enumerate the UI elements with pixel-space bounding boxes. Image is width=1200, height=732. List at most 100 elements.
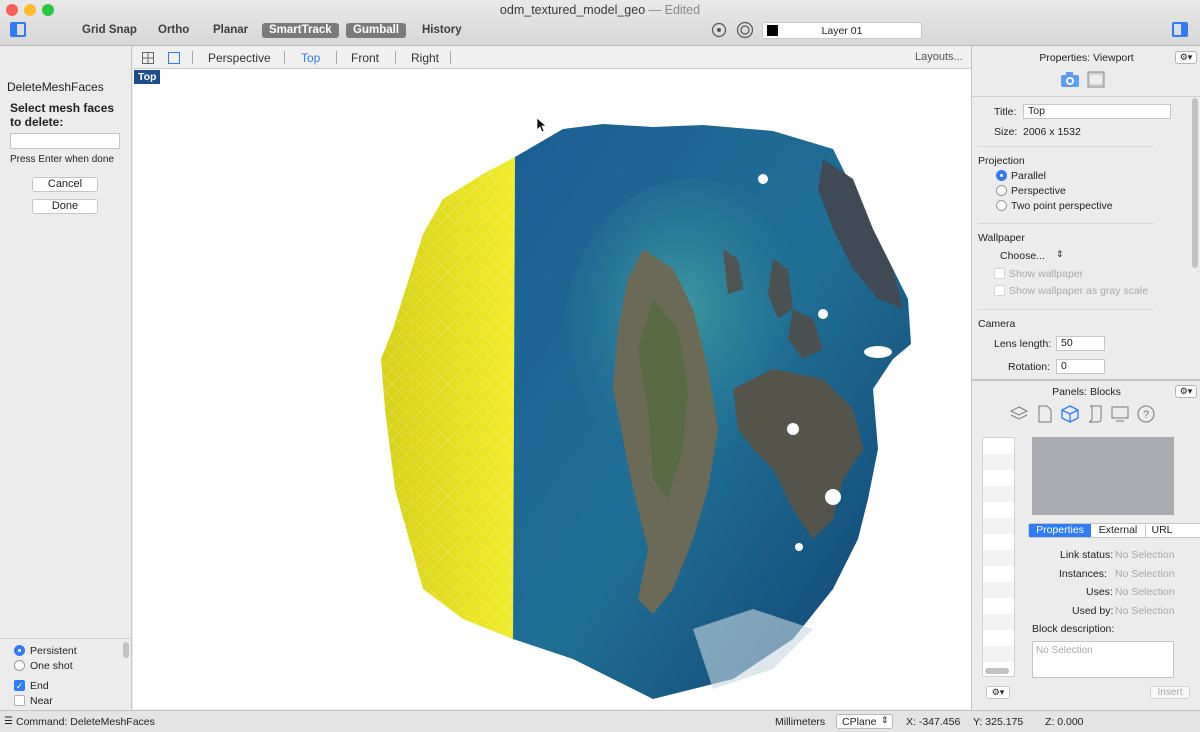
properties-gear-icon[interactable]: ⚙▾ [1175, 51, 1197, 64]
window-title: odm_textured_model_geo — Edited [499, 3, 701, 17]
viewport-top[interactable]: Top [133, 69, 971, 709]
mesh-model[interactable] [133, 69, 971, 709]
history-button[interactable]: History [415, 23, 469, 38]
units-label[interactable]: Millimeters [775, 716, 825, 728]
sidebar-toggle-left-icon[interactable] [10, 22, 26, 37]
size-label: Size: [994, 126, 1018, 138]
grid-snap-button[interactable]: Grid Snap [75, 23, 144, 38]
persistent-label: Persistent [30, 645, 77, 657]
uses-value: No Selection [1115, 586, 1175, 598]
layouts-button[interactable]: Layouts... [915, 51, 963, 63]
ortho-button[interactable]: Ortho [151, 23, 196, 38]
tab-top[interactable]: Top [301, 51, 320, 65]
rotation-input[interactable]: 0 [1056, 359, 1105, 374]
divider [0, 638, 132, 639]
near-checkbox[interactable] [14, 695, 25, 706]
y-coordinate: Y: 325.175 [973, 716, 1024, 728]
display-icon[interactable] [1111, 405, 1129, 423]
block-list-scrollbar[interactable] [985, 668, 1009, 674]
chevron-updown-icon: ⇕ [1056, 249, 1064, 259]
status-bar: ☰ Command: DeleteMeshFaces Millimeters C… [0, 710, 1200, 732]
gumball-button[interactable]: Gumball [346, 23, 407, 38]
projection-header: Projection [978, 155, 1025, 167]
tab-url[interactable]: URL [1146, 524, 1178, 537]
lens-length-label: Lens length: [994, 338, 1052, 350]
blocks-gear-icon[interactable]: ⚙▾ [1175, 385, 1197, 398]
command-status: Command: DeleteMeshFaces [16, 716, 155, 728]
show-wallpaper-gray-checkbox[interactable] [994, 285, 1005, 296]
blocks-header: Panels: Blocks [1052, 386, 1121, 398]
help-icon[interactable]: ? [1137, 405, 1155, 423]
instances-label: Instances: [1059, 568, 1107, 580]
menu-lines-icon[interactable]: ☰ [4, 716, 13, 727]
osnap-circle-icon[interactable] [736, 21, 754, 39]
block-description-field[interactable]: No Selection [1032, 641, 1174, 678]
insert-button[interactable]: Insert [1150, 686, 1190, 699]
layers-icon[interactable] [1010, 405, 1028, 423]
lens-length-input[interactable]: 50 [1056, 336, 1105, 351]
block-description-label: Block description: [1032, 623, 1115, 635]
camera-header: Camera [978, 318, 1016, 330]
tab-external[interactable]: External [1091, 524, 1146, 537]
block-list[interactable] [982, 437, 1015, 677]
one-shot-label: One shot [30, 660, 73, 672]
viewport-properties-icon[interactable] [1087, 71, 1105, 88]
blocks-tabs: Properties External URL [1028, 523, 1200, 538]
block-cube-icon[interactable] [1061, 405, 1079, 423]
persistent-radio[interactable] [14, 645, 25, 656]
tab-front[interactable]: Front [351, 51, 379, 65]
properties-header: Properties: Viewport [1039, 52, 1134, 64]
parallel-label: Parallel [1011, 170, 1047, 182]
title-input[interactable]: Top [1023, 104, 1171, 119]
target-point-icon[interactable] [711, 22, 727, 38]
options-scrollbar[interactable] [123, 642, 129, 658]
cplane-label: CPlane [842, 716, 877, 728]
parallel-radio[interactable] [996, 170, 1007, 181]
link-status-label: Link status: [1060, 549, 1114, 561]
end-checkbox[interactable]: ✓ [14, 680, 25, 691]
svg-text:?: ? [1143, 409, 1149, 421]
show-wallpaper-label: Show wallpaper [1009, 268, 1084, 280]
tab-right[interactable]: Right [411, 51, 439, 65]
viewport-tabs-bar: Perspective Top Front Right Layouts... [133, 46, 971, 69]
block-preview [1032, 437, 1174, 515]
command-hint: Press Enter when done [10, 154, 114, 165]
single-viewport-icon[interactable] [168, 52, 180, 64]
perspective-radio[interactable] [996, 185, 1007, 196]
command-prompt: Select mesh faces to delete: [10, 101, 115, 129]
used-by-label: Used by: [1072, 605, 1114, 617]
instances-value: No Selection [1115, 568, 1175, 580]
layer-name: Layer 01 [821, 25, 863, 37]
two-point-perspective-label: Two point perspective [1011, 200, 1113, 212]
right-sidebar: Properties: Viewport ⚙▾ Title: Top Size:… [971, 46, 1200, 710]
smarttrack-button[interactable]: SmartTrack [262, 23, 339, 38]
rotation-label: Rotation: [1008, 361, 1051, 373]
uses-label: Uses: [1086, 586, 1113, 598]
one-shot-radio[interactable] [14, 660, 25, 671]
command-options-panel: DeleteMeshFaces Select mesh faces to del… [0, 46, 132, 710]
properties-scrollbar[interactable] [1192, 98, 1198, 268]
near-label: Near [30, 695, 53, 707]
show-wallpaper-checkbox[interactable] [994, 268, 1005, 279]
cplane-select[interactable]: CPlane ⇕ [836, 714, 893, 729]
cancel-button[interactable]: Cancel [32, 177, 98, 192]
end-label: End [30, 680, 49, 692]
z-coordinate: Z: 0.000 [1045, 716, 1084, 728]
blocks-bottom-gear-icon[interactable]: ⚙▾ [986, 686, 1010, 699]
four-viewports-icon[interactable] [142, 52, 154, 64]
show-wallpaper-gray-label: Show wallpaper as gray scale [1009, 285, 1148, 297]
wallpaper-choose-select[interactable]: Choose... [1000, 250, 1045, 262]
title-label: Title: [994, 106, 1017, 118]
script-icon[interactable] [1087, 405, 1103, 423]
command-input[interactable] [10, 133, 120, 149]
two-point-perspective-radio[interactable] [996, 200, 1007, 211]
tab-perspective[interactable]: Perspective [208, 51, 271, 65]
document-icon[interactable] [1038, 405, 1052, 423]
layer-selector[interactable]: Layer 01 [762, 22, 922, 39]
camera-icon[interactable] [1060, 71, 1080, 88]
sidebar-toggle-right-icon[interactable] [1172, 22, 1188, 37]
done-button[interactable]: Done [32, 199, 98, 214]
command-title: DeleteMeshFaces [7, 80, 104, 94]
tab-properties[interactable]: Properties [1029, 524, 1091, 537]
planar-button[interactable]: Planar [206, 23, 255, 38]
